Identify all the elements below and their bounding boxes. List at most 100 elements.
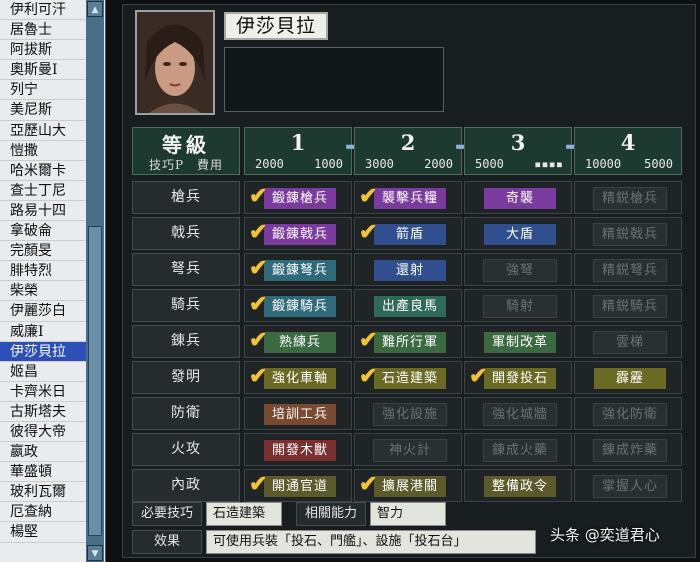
technique-button[interactable]: 霹靂 [593, 367, 667, 390]
officer-list-item[interactable]: 完顏旻 [0, 241, 86, 262]
learned-check-icon: ✔ [359, 183, 378, 209]
technique-button[interactable]: 石造建築 [373, 367, 447, 390]
officer-list-item[interactable]: 華盛頓 [0, 462, 86, 483]
officer-list-item[interactable]: 柴榮 [0, 281, 86, 302]
technique-button[interactable]: 還射 [373, 259, 447, 282]
officer-list-item[interactable]: 愷撒 [0, 141, 86, 161]
list-scrollbar[interactable]: ▲ ▼ [86, 0, 104, 562]
officer-list-item[interactable]: 嬴政 [0, 442, 86, 463]
technique-cell: 奇襲 [464, 181, 572, 214]
technique-button[interactable]: 難所行軍 [373, 331, 447, 354]
officer-portrait [135, 10, 215, 115]
technique-button[interactable]: 強化設施 [373, 403, 447, 426]
level-number: 2 [400, 130, 416, 155]
technique-button[interactable]: 精鋭戟兵 [593, 223, 667, 246]
technique-row: 錬兵 熟練兵 ✔ 難所行軍 ✔ 軍制改革 雲梯 [132, 325, 684, 358]
technique-cell: 騎射 [464, 289, 572, 322]
learned-check-icon: ✔ [359, 471, 378, 497]
technique-button[interactable]: 鍛錬騎兵 [263, 295, 337, 318]
technique-button[interactable]: 大盾 [483, 223, 557, 246]
officer-list-item[interactable]: 伊利可汗 [0, 0, 86, 21]
officer-list-item[interactable]: 伊麗莎白 [0, 301, 86, 322]
officer-list-item[interactable]: 姬昌 [0, 362, 86, 382]
officer-list-item[interactable]: 查士丁尼 [0, 181, 86, 201]
technique-button[interactable]: 熟練兵 [263, 331, 337, 354]
technique-cell: 強弩 [464, 253, 572, 286]
technique-row: 火攻 開發木獸 神火計 錬成火藥 錬成炸藥 [132, 433, 684, 466]
level-tp-cost: 3000 [365, 157, 394, 171]
technique-button[interactable]: 整備政令 [483, 475, 557, 498]
officer-list-item[interactable]: 彼得大帝 [0, 422, 86, 443]
officer-list-item[interactable]: 亞歷山大 [0, 121, 86, 141]
related-ability-value: 智力 [370, 502, 446, 526]
officer-list-item[interactable]: 阿拔斯 [0, 40, 86, 61]
technique-category: 防衛 [132, 397, 240, 430]
officer-list-item[interactable]: 玻利瓦爾 [0, 482, 86, 503]
technique-category: 錬兵 [132, 325, 240, 358]
technique-button[interactable]: 精鋭槍兵 [593, 187, 667, 210]
technique-cell: 精鋭戟兵 [574, 217, 682, 250]
officer-list-item[interactable]: 卡齊米日 [0, 382, 86, 402]
technique-button[interactable]: 雲梯 [593, 331, 667, 354]
level-tp-cost: 2000 [255, 157, 284, 171]
technique-button[interactable]: 強化車軸 [263, 367, 337, 390]
officer-list-item[interactable]: 腓特烈 [0, 261, 86, 282]
technique-button[interactable]: 精鋭弩兵 [593, 259, 667, 282]
learned-check-icon: ✔ [249, 471, 268, 497]
learned-check-icon: ✔ [249, 255, 268, 281]
officer-list-item[interactable]: 美尼斯 [0, 100, 86, 121]
scroll-thumb[interactable] [88, 226, 102, 536]
technique-button[interactable]: 箭盾 [373, 223, 447, 246]
technique-button[interactable]: 騎射 [483, 295, 557, 318]
technique-button[interactable]: 鍛錬槍兵 [263, 187, 337, 210]
technique-cell: 石造建築 ✔ [354, 361, 462, 394]
technique-button[interactable]: 擴展港關 [373, 475, 447, 498]
learned-check-icon: ✔ [359, 363, 378, 389]
officer-list-item[interactable]: 列宁 [0, 80, 86, 101]
scroll-down-icon[interactable]: ▼ [87, 545, 103, 561]
learned-check-icon: ✔ [249, 327, 268, 353]
technique-button[interactable]: 錬成炸藥 [593, 439, 667, 462]
officer-list-item[interactable]: 古斯塔夫 [0, 402, 86, 422]
technique-row: 戟兵 鍛錬戟兵 ✔ 箭盾 ✔ 大盾 精鋭戟兵 [132, 217, 684, 250]
officer-list: 伊利可汗 居魯士 阿拔斯 奧斯曼Ⅰ 列宁 美尼斯 亞歷山大 愷撒 哈米爾卡 查士丁尼 路易十四 拿破侖… [0, 0, 106, 562]
officer-list-item[interactable]: 拿破侖 [0, 221, 86, 242]
technique-button[interactable]: 出產良馬 [373, 295, 447, 318]
technique-button[interactable]: 精鋭騎兵 [593, 295, 667, 318]
technique-button[interactable]: 強化防衛 [593, 403, 667, 426]
technique-button[interactable]: 軍制改革 [483, 331, 557, 354]
officer-list-item[interactable]: 路易十四 [0, 201, 86, 222]
technique-category: 火攻 [132, 433, 240, 466]
technique-button[interactable]: 開發投石 [483, 367, 557, 390]
technique-button[interactable]: 開發木獸 [263, 439, 337, 462]
technique-button[interactable]: 開通官道 [263, 475, 337, 498]
technique-cell: 擴展港關 ✔ [354, 469, 462, 502]
learned-check-icon: ✔ [359, 327, 378, 353]
officer-list-item[interactable]: 楊堅 [0, 522, 86, 543]
technique-button[interactable]: 鍛錬戟兵 [263, 223, 337, 246]
officer-list-item[interactable]: 哈米爾卡 [0, 161, 86, 181]
technique-button[interactable]: 強化城牆 [483, 403, 557, 426]
level-gold-cost: 2000 [424, 157, 453, 171]
technique-button[interactable]: 襲擊兵糧 [373, 187, 447, 210]
officer-list-item[interactable]: 居魯士 [0, 20, 86, 41]
officer-list-item[interactable]: 威廉Ⅰ [0, 322, 86, 342]
technique-button[interactable]: 鍛錬弩兵 [263, 259, 337, 282]
technique-button[interactable]: 強弩 [483, 259, 557, 282]
technique-category: 騎兵 [132, 289, 240, 322]
officer-list-item[interactable]: 伊莎貝拉 [0, 341, 86, 362]
technique-category: 內政 [132, 469, 240, 502]
technique-button[interactable]: 奇襲 [483, 187, 557, 210]
technique-cell: 鍛錬弩兵 ✔ [244, 253, 352, 286]
technique-button[interactable]: 神火計 [373, 439, 447, 462]
technique-cell: 強化車軸 ✔ [244, 361, 352, 394]
technique-button[interactable]: 培訓工兵 [263, 403, 337, 426]
technique-button[interactable]: 錬成火藥 [483, 439, 557, 462]
officer-list-item[interactable]: 厄查納 [0, 502, 86, 523]
learned-check-icon: ✔ [359, 219, 378, 245]
technique-row: 騎兵 鍛錬騎兵 ✔ 出產良馬 騎射 精鋭騎兵 [132, 289, 684, 322]
technique-cell: 精鋭槍兵 [574, 181, 682, 214]
officer-list-item[interactable]: 奧斯曼Ⅰ [0, 60, 86, 81]
technique-button[interactable]: 掌握人心 [593, 475, 667, 498]
scroll-up-icon[interactable]: ▲ [87, 1, 103, 17]
